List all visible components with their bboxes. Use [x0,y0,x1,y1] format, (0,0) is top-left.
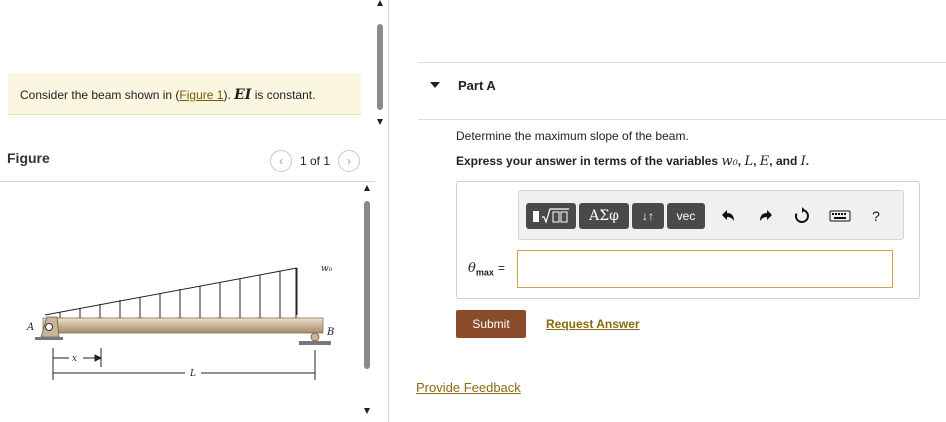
scroll-down-arrow[interactable] [377,119,383,125]
intro-suffix: ). [223,88,231,102]
theta-subscript: max [475,267,494,278]
part-title: Part A [458,78,496,93]
part-a-header[interactable]: Part A [418,62,946,120]
intro-rest: is constant. [254,88,316,102]
vector-button[interactable]: vec [667,203,705,229]
reset-icon[interactable] [791,205,813,227]
chevron-right-icon[interactable]: › [338,150,361,172]
instruction-period: . [805,154,810,168]
var-l: L [744,154,754,169]
scroll-down-arrow[interactable] [364,408,370,414]
answer-input[interactable] [517,250,893,288]
load-arrows [56,268,300,324]
question-text: Determine the maximum slope of the beam. [456,129,689,143]
intro-text: Consider the beam shown in (Figure 1). E… [20,87,315,103]
intro-prefix: Consider the beam shown in ( [20,88,180,102]
figure-header: Figure ‹ 1 of 1 › [0,140,375,182]
greek-symbols-button[interactable]: ΑΣφ [579,203,629,229]
fraction-sqrt-icon[interactable] [526,203,576,229]
label-w0: w₀ [321,264,333,274]
theta-symbol: θ [468,261,476,276]
dimension-l [52,350,316,380]
request-answer-link[interactable]: Request Answer [546,317,640,331]
problem-intro: Consider the beam shown in (Figure 1). E… [8,73,361,115]
keyboard-icon[interactable] [827,205,853,227]
intro-scrollbar[interactable] [373,0,387,130]
figure-title: Figure [7,150,50,166]
equals-sign: = [497,261,505,275]
beam [42,317,324,334]
figure-pager: ‹ 1 of 1 › [270,150,361,172]
ei-symbol: EI [234,87,252,103]
figure-link[interactable]: Figure 1 [179,88,223,102]
theta-max-label: θmax = [468,261,505,278]
figure-scrollbar[interactable] [360,185,374,422]
label-x: x [72,354,77,364]
caret-down-icon[interactable] [430,82,440,88]
label-l: L [189,369,196,379]
left-panel: Consider the beam shown in (Figure 1). E… [0,0,390,422]
load-line [44,267,298,316]
scroll-thumb[interactable] [377,24,383,110]
math-toolbar: ΑΣφ ↓↑ vec ? [518,190,904,240]
submit-button[interactable]: Submit [456,310,526,338]
beam-figure: A B w₀ x L [26,264,334,380]
panel-divider[interactable] [388,0,389,422]
pager-count: 1 of 1 [300,154,331,168]
help-button[interactable]: ? [865,205,887,227]
scroll-thumb[interactable] [364,201,370,369]
scroll-up-arrow[interactable] [377,0,383,6]
instruction-text: Express your answer in terms of the vari… [456,154,810,169]
provide-feedback-link[interactable]: Provide Feedback [416,380,521,395]
undo-icon[interactable] [717,205,739,227]
chevron-left-icon[interactable]: ‹ [270,150,292,172]
subscript-superscript-button[interactable]: ↓↑ [632,203,664,229]
label-a: A [26,322,34,333]
var-w0: w₀ [721,154,738,169]
instruction-and: and [775,154,798,168]
instruction-prefix: Express your answer in terms of the vari… [456,154,719,168]
var-e: E [759,154,770,169]
redo-icon[interactable] [755,205,777,227]
scroll-up-arrow[interactable] [364,185,370,191]
label-b: B [326,327,334,338]
